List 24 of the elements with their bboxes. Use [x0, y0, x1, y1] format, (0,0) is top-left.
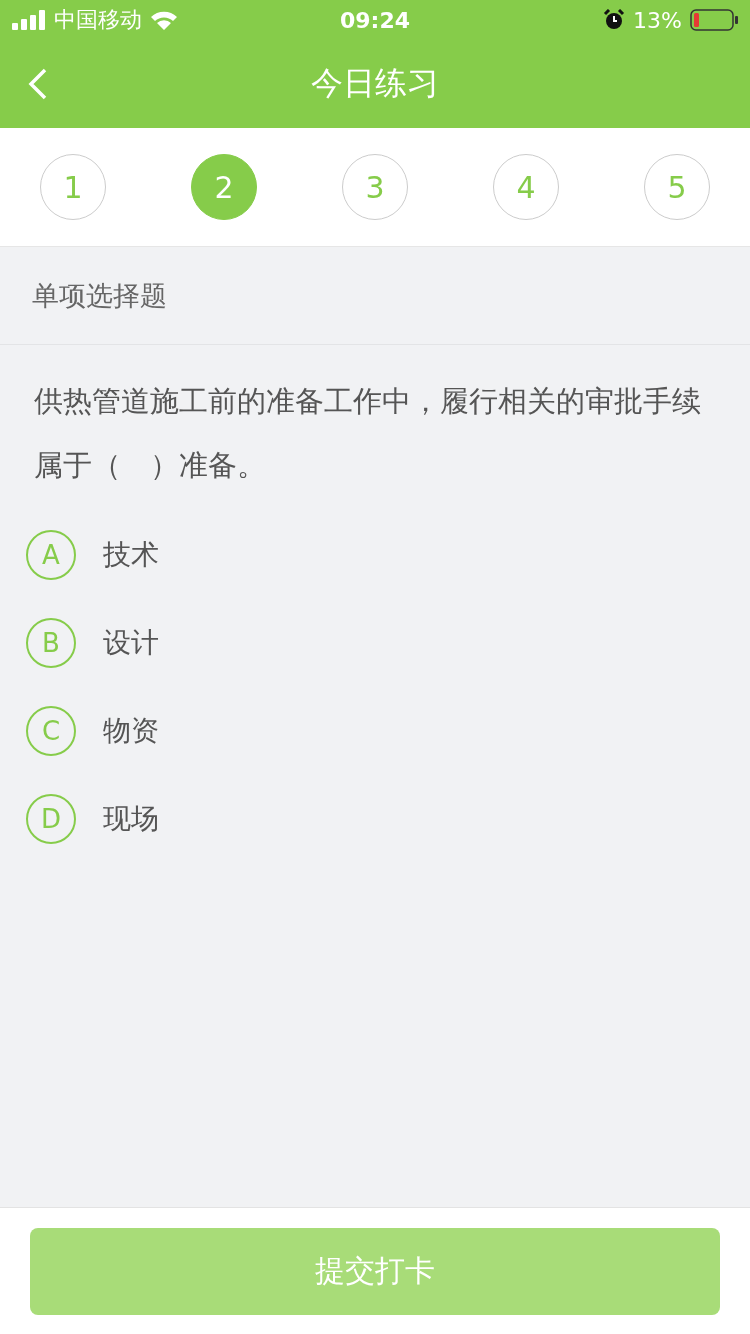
question-number[interactable]: 5: [644, 154, 710, 220]
battery-icon: [690, 9, 738, 31]
battery-percent: 13%: [633, 7, 682, 33]
back-icon[interactable]: [28, 68, 48, 100]
option-text[interactable]: 物资: [103, 712, 159, 750]
question-number[interactable]: 1: [40, 154, 106, 220]
clock-time: 09:24: [340, 7, 410, 33]
option-letter[interactable]: A: [26, 530, 76, 580]
wifi-icon: [150, 10, 178, 30]
option-text[interactable]: 设计: [103, 624, 159, 662]
question-number[interactable]: 2: [191, 154, 257, 220]
option-letter[interactable]: B: [26, 618, 76, 668]
option-letter[interactable]: C: [26, 706, 76, 756]
carrier-name: 中国移动: [54, 6, 142, 34]
signal-icon: [12, 10, 46, 30]
question-type: 单项选择题: [32, 278, 167, 313]
alarm-icon: [603, 9, 626, 31]
page-title: 今日练习: [311, 63, 439, 104]
option-letter[interactable]: D: [26, 794, 76, 844]
option-text[interactable]: 现场: [103, 800, 159, 838]
question-number[interactable]: 3: [342, 154, 408, 220]
question-text: 供热管道施工前的准备工作中，履行相关的审批手续属于（ ）准备。: [33, 383, 702, 484]
question-number[interactable]: 4: [493, 154, 559, 220]
option-text[interactable]: 技术: [103, 536, 159, 574]
